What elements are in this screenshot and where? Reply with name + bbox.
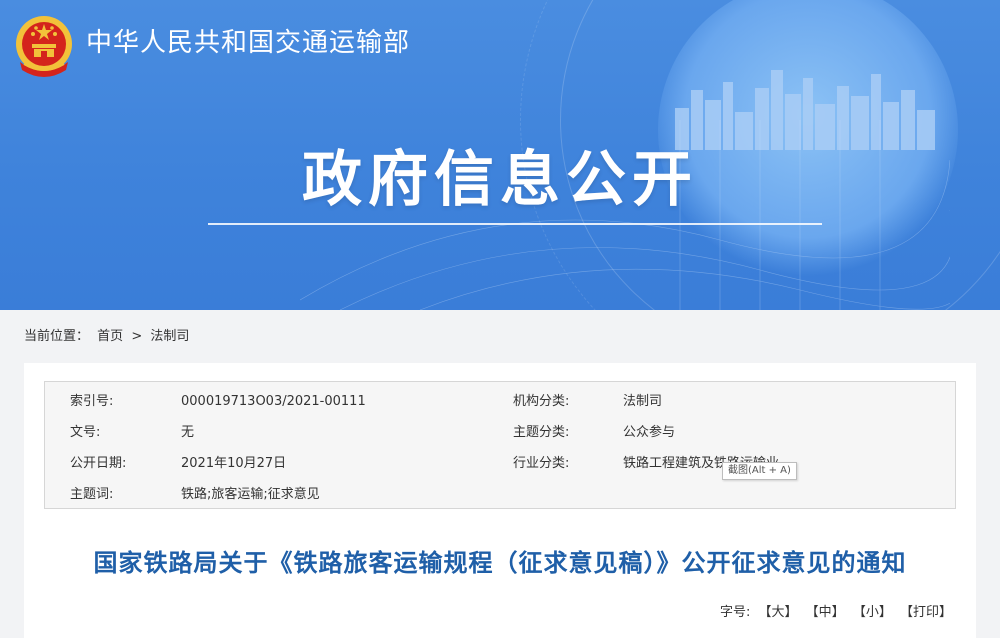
screenshot-tooltip: 截图(Alt + A) [722,462,797,480]
font-size-label: 字号: [719,605,751,620]
breadcrumb: 当前位置： 首页 > 法制司 [24,327,193,347]
docno-label: 文号: [70,425,101,440]
font-size-medium-button[interactable]: 【中】 [806,605,845,620]
index-value: 000019713O03/2021-00111 [181,394,366,409]
industry-label: 行业分类: [513,456,570,471]
metadata-row: 索引号: 000019713O03/2021-00111 机构分类: 法制司 [45,386,957,417]
keywords-value: 铁路;旅客运输;征求意见 [181,487,320,502]
org-value: 法制司 [623,394,663,409]
index-label: 索引号: [70,394,114,409]
font-size-controls: 字号: 【大】 【中】 【小】 【打印】 [716,603,952,623]
document-metadata-table: 索引号: 000019713O03/2021-00111 机构分类: 法制司 文… [44,381,956,509]
national-emblem-logo [16,16,72,77]
font-size-small-button[interactable]: 【小】 [853,605,892,620]
breadcrumb-separator: > [131,329,143,344]
org-label: 机构分类: [513,394,570,409]
banner-title: 政府信息公开 [302,145,698,215]
breadcrumb-home-link[interactable]: 首页 [97,329,123,344]
metadata-row: 主题词: 铁路;旅客运输;征求意见 [45,479,957,510]
metadata-row: 文号: 无 主题分类: 公众参与 [45,417,957,448]
font-size-large-button[interactable]: 【大】 [759,605,798,620]
docno-value: 无 [181,425,195,440]
breadcrumb-current-link[interactable]: 法制司 [150,329,189,344]
document-title: 国家铁路局关于《铁路旅客运输规程（征求意见稿）》公开征求意见的通知 [93,549,907,577]
date-label: 公开日期: [70,456,127,471]
breadcrumb-label: 当前位置： [24,329,90,344]
keywords-label: 主题词: [70,487,114,502]
date-value: 2021年10月27日 [181,456,287,471]
banner-title-underline [208,223,822,225]
header-banner: 中华人民共和国交通运输部 政府信息公开 [0,0,1000,310]
print-button[interactable]: 【打印】 [900,605,952,620]
topic-label: 主题分类: [513,425,570,440]
topic-value: 公众参与 [623,425,676,440]
metadata-row: 公开日期: 2021年10月27日 行业分类: 铁路工程建筑及铁路运输业 [45,448,957,479]
site-name[interactable]: 中华人民共和国交通运输部 [86,26,410,60]
article-card: 索引号: 000019713O03/2021-00111 机构分类: 法制司 文… [24,363,976,638]
